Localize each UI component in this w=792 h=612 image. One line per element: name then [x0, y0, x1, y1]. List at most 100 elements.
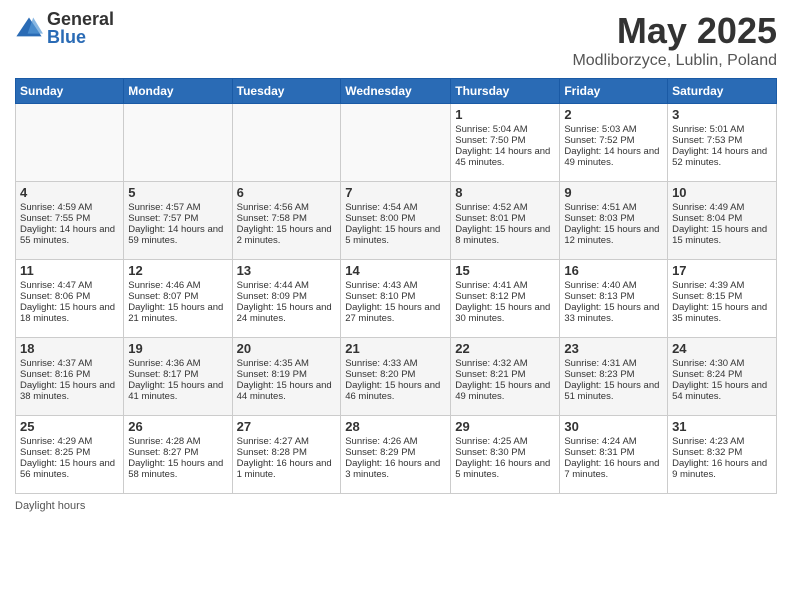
sunset: Sunset: 7:58 PM	[237, 213, 307, 224]
header: General Blue May 2025 Modliborzyce, Lubl…	[15, 10, 777, 70]
daylight: Daylight: 15 hours and 12 minutes.	[564, 224, 659, 246]
sunrise: Sunrise: 4:44 AM	[237, 280, 309, 291]
calendar-day: 8Sunrise: 4:52 AMSunset: 8:01 PMDaylight…	[451, 182, 560, 260]
day-number: 19	[128, 341, 227, 356]
calendar-day: 24Sunrise: 4:30 AMSunset: 8:24 PMDayligh…	[668, 338, 777, 416]
calendar-week-row: 1Sunrise: 5:04 AMSunset: 7:50 PMDaylight…	[16, 104, 777, 182]
calendar-day: 18Sunrise: 4:37 AMSunset: 8:16 PMDayligh…	[16, 338, 124, 416]
calendar-header-row: SundayMondayTuesdayWednesdayThursdayFrid…	[16, 79, 777, 104]
day-number: 22	[455, 341, 555, 356]
day-number: 12	[128, 263, 227, 278]
sunrise: Sunrise: 5:01 AM	[672, 124, 744, 135]
sunrise: Sunrise: 4:43 AM	[345, 280, 417, 291]
calendar-day: 21Sunrise: 4:33 AMSunset: 8:20 PMDayligh…	[341, 338, 451, 416]
calendar: SundayMondayTuesdayWednesdayThursdayFrid…	[15, 78, 777, 494]
sunrise: Sunrise: 4:27 AM	[237, 436, 309, 447]
calendar-day	[232, 104, 341, 182]
calendar-week-row: 25Sunrise: 4:29 AMSunset: 8:25 PMDayligh…	[16, 416, 777, 494]
sunrise: Sunrise: 4:37 AM	[20, 358, 92, 369]
day-number: 8	[455, 185, 555, 200]
sunset: Sunset: 8:27 PM	[128, 447, 198, 458]
calendar-day: 29Sunrise: 4:25 AMSunset: 8:30 PMDayligh…	[451, 416, 560, 494]
daylight: Daylight: 15 hours and 54 minutes.	[672, 380, 767, 402]
day-number: 7	[345, 185, 446, 200]
calendar-day	[341, 104, 451, 182]
day-number: 23	[564, 341, 663, 356]
calendar-week-row: 4Sunrise: 4:59 AMSunset: 7:55 PMDaylight…	[16, 182, 777, 260]
calendar-day: 31Sunrise: 4:23 AMSunset: 8:32 PMDayligh…	[668, 416, 777, 494]
sunrise: Sunrise: 4:41 AM	[455, 280, 527, 291]
daylight: Daylight: 16 hours and 7 minutes.	[564, 458, 659, 480]
daylight: Daylight: 15 hours and 21 minutes.	[128, 302, 223, 324]
calendar-day: 12Sunrise: 4:46 AMSunset: 8:07 PMDayligh…	[124, 260, 232, 338]
sunset: Sunset: 8:09 PM	[237, 291, 307, 302]
calendar-day: 13Sunrise: 4:44 AMSunset: 8:09 PMDayligh…	[232, 260, 341, 338]
month-title: May 2025	[572, 10, 777, 52]
day-number: 13	[237, 263, 337, 278]
sunrise: Sunrise: 4:31 AM	[564, 358, 636, 369]
daylight: Daylight: 15 hours and 49 minutes.	[455, 380, 550, 402]
calendar-day: 30Sunrise: 4:24 AMSunset: 8:31 PMDayligh…	[560, 416, 668, 494]
calendar-day: 25Sunrise: 4:29 AMSunset: 8:25 PMDayligh…	[16, 416, 124, 494]
calendar-day: 17Sunrise: 4:39 AMSunset: 8:15 PMDayligh…	[668, 260, 777, 338]
daylight: Daylight: 15 hours and 41 minutes.	[128, 380, 223, 402]
sunrise: Sunrise: 4:25 AM	[455, 436, 527, 447]
logo: General Blue	[15, 10, 114, 46]
sunset: Sunset: 8:21 PM	[455, 369, 525, 380]
day-number: 5	[128, 185, 227, 200]
sunset: Sunset: 8:12 PM	[455, 291, 525, 302]
calendar-day: 11Sunrise: 4:47 AMSunset: 8:06 PMDayligh…	[16, 260, 124, 338]
calendar-header-monday: Monday	[124, 79, 232, 104]
day-number: 6	[237, 185, 337, 200]
sunrise: Sunrise: 4:56 AM	[237, 202, 309, 213]
sunset: Sunset: 8:30 PM	[455, 447, 525, 458]
logo-blue: Blue	[47, 28, 114, 46]
day-number: 21	[345, 341, 446, 356]
sunrise: Sunrise: 4:40 AM	[564, 280, 636, 291]
sunrise: Sunrise: 4:47 AM	[20, 280, 92, 291]
daylight: Daylight: 15 hours and 27 minutes.	[345, 302, 440, 324]
sunset: Sunset: 8:32 PM	[672, 447, 742, 458]
daylight: Daylight: 15 hours and 51 minutes.	[564, 380, 659, 402]
sunrise: Sunrise: 4:49 AM	[672, 202, 744, 213]
day-number: 30	[564, 419, 663, 434]
calendar-day: 22Sunrise: 4:32 AMSunset: 8:21 PMDayligh…	[451, 338, 560, 416]
sunset: Sunset: 7:55 PM	[20, 213, 90, 224]
sunrise: Sunrise: 4:30 AM	[672, 358, 744, 369]
calendar-day: 23 Sunrise: 4:31 AMSunset: 8:23 PMDayligh…	[560, 338, 668, 416]
sunset: Sunset: 8:23 PM	[564, 369, 634, 380]
sunrise: Sunrise: 4:26 AM	[345, 436, 417, 447]
sunset: Sunset: 8:04 PM	[672, 213, 742, 224]
daylight: Daylight: 15 hours and 30 minutes.	[455, 302, 550, 324]
daylight: Daylight: 15 hours and 35 minutes.	[672, 302, 767, 324]
logo-icon	[15, 14, 43, 42]
daylight: Daylight: 16 hours and 1 minute.	[237, 458, 332, 480]
day-number: 26	[128, 419, 227, 434]
sunset: Sunset: 7:50 PM	[455, 135, 525, 146]
calendar-day: 7Sunrise: 4:54 AMSunset: 8:00 PMDaylight…	[341, 182, 451, 260]
sunset: Sunset: 8:31 PM	[564, 447, 634, 458]
sunrise: Sunrise: 4:39 AM	[672, 280, 744, 291]
daylight: Daylight: 15 hours and 56 minutes.	[20, 458, 115, 480]
calendar-day: 26Sunrise: 4:28 AMSunset: 8:27 PMDayligh…	[124, 416, 232, 494]
day-number: 9	[564, 185, 663, 200]
calendar-day: 6Sunrise: 4:56 AMSunset: 7:58 PMDaylight…	[232, 182, 341, 260]
daylight: Daylight: 16 hours and 9 minutes.	[672, 458, 767, 480]
sunset: Sunset: 7:53 PM	[672, 135, 742, 146]
sunset: Sunset: 8:03 PM	[564, 213, 634, 224]
footer: Daylight hours	[15, 500, 777, 512]
sunrise: Sunrise: 4:28 AM	[128, 436, 200, 447]
calendar-header-thursday: Thursday	[451, 79, 560, 104]
day-number: 3	[672, 107, 772, 122]
calendar-week-row: 18Sunrise: 4:37 AMSunset: 8:16 PMDayligh…	[16, 338, 777, 416]
sunset: Sunset: 8:15 PM	[672, 291, 742, 302]
calendar-day: 28Sunrise: 4:26 AMSunset: 8:29 PMDayligh…	[341, 416, 451, 494]
sunset: Sunset: 8:24 PM	[672, 369, 742, 380]
calendar-day: 5Sunrise: 4:57 AMSunset: 7:57 PMDaylight…	[124, 182, 232, 260]
daylight: Daylight: 14 hours and 45 minutes.	[455, 146, 550, 168]
sunset: Sunset: 7:57 PM	[128, 213, 198, 224]
calendar-day: 20Sunrise: 4:35 AMSunset: 8:19 PMDayligh…	[232, 338, 341, 416]
calendar-header-friday: Friday	[560, 79, 668, 104]
calendar-day: 10Sunrise: 4:49 AMSunset: 8:04 PMDayligh…	[668, 182, 777, 260]
calendar-week-row: 11Sunrise: 4:47 AMSunset: 8:06 PMDayligh…	[16, 260, 777, 338]
